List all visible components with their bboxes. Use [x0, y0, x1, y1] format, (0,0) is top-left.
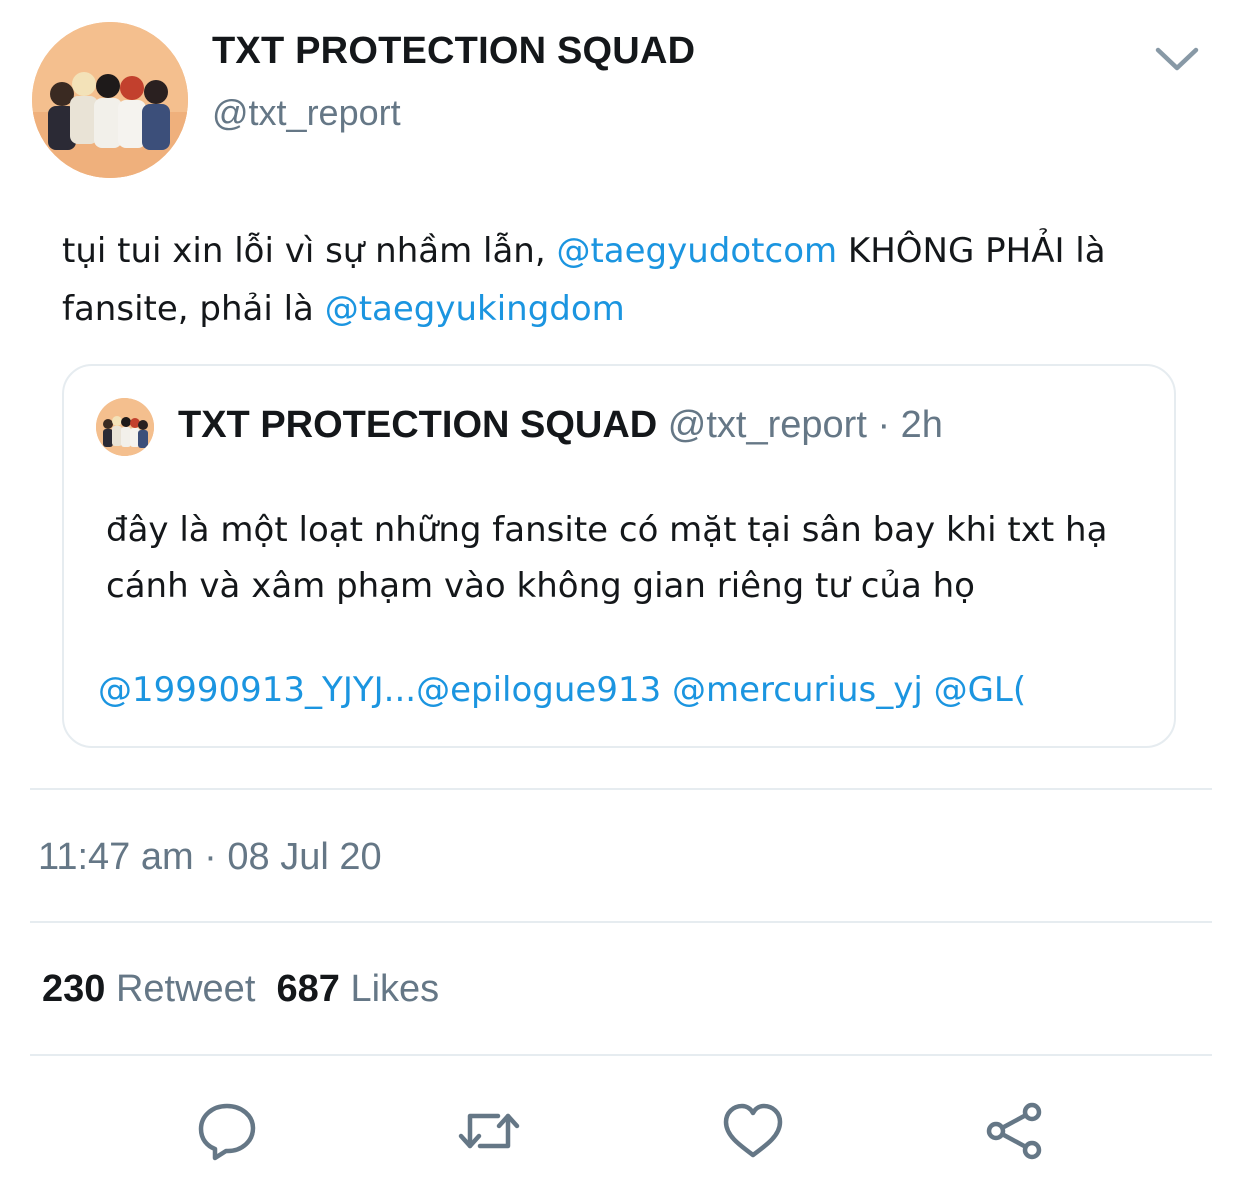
divider [30, 1054, 1212, 1056]
likes-label[interactable]: Likes [350, 968, 439, 1010]
mention-link[interactable]: @taegyudotcom [556, 231, 837, 271]
quoted-header: TXT PROTECTION SQUAD @txt_report · 2h [178, 404, 943, 447]
divider [30, 788, 1212, 790]
divider [30, 921, 1212, 923]
avatar[interactable] [32, 22, 188, 178]
mention-link[interactable]: @taegyukingdom [325, 289, 625, 329]
engagement-stats: 230 Retweet 687 Likes [42, 968, 439, 1011]
quoted-mentions[interactable]: @19990913_YJYJ...@epilogue913 @mercurius… [98, 670, 1146, 710]
retweet-label[interactable]: Retweet [116, 968, 255, 1010]
author-handle[interactable]: @txt_report [212, 92, 401, 134]
like-count[interactable]: 687 [277, 968, 340, 1010]
tweet-text-part: tụi tui xin lỗi vì sự nhầm lẫn, [62, 231, 557, 271]
timestamp[interactable]: 11:47 am · 08 Jul 20 [38, 836, 382, 879]
chevron-down-icon[interactable] [1150, 40, 1204, 80]
retweet-icon[interactable] [456, 1098, 522, 1164]
author-display-name[interactable]: TXT PROTECTION SQUAD [212, 30, 695, 73]
quoted-avatar[interactable] [96, 398, 154, 456]
heart-icon[interactable] [720, 1098, 786, 1164]
quoted-avatar-image [96, 398, 154, 456]
quoted-text: đây là một loạt những fansite có mặt tại… [106, 510, 1108, 606]
retweet-count[interactable]: 230 [42, 968, 105, 1010]
tweet-text: tụi tui xin lỗi vì sự nhầm lẫn, @taegyud… [62, 222, 1202, 338]
quoted-display-name[interactable]: TXT PROTECTION SQUAD [178, 404, 657, 446]
reply-icon[interactable] [194, 1098, 260, 1164]
quoted-handle-time: @txt_report · 2h [657, 404, 943, 446]
avatar-image [32, 22, 188, 178]
share-icon[interactable] [982, 1098, 1048, 1164]
